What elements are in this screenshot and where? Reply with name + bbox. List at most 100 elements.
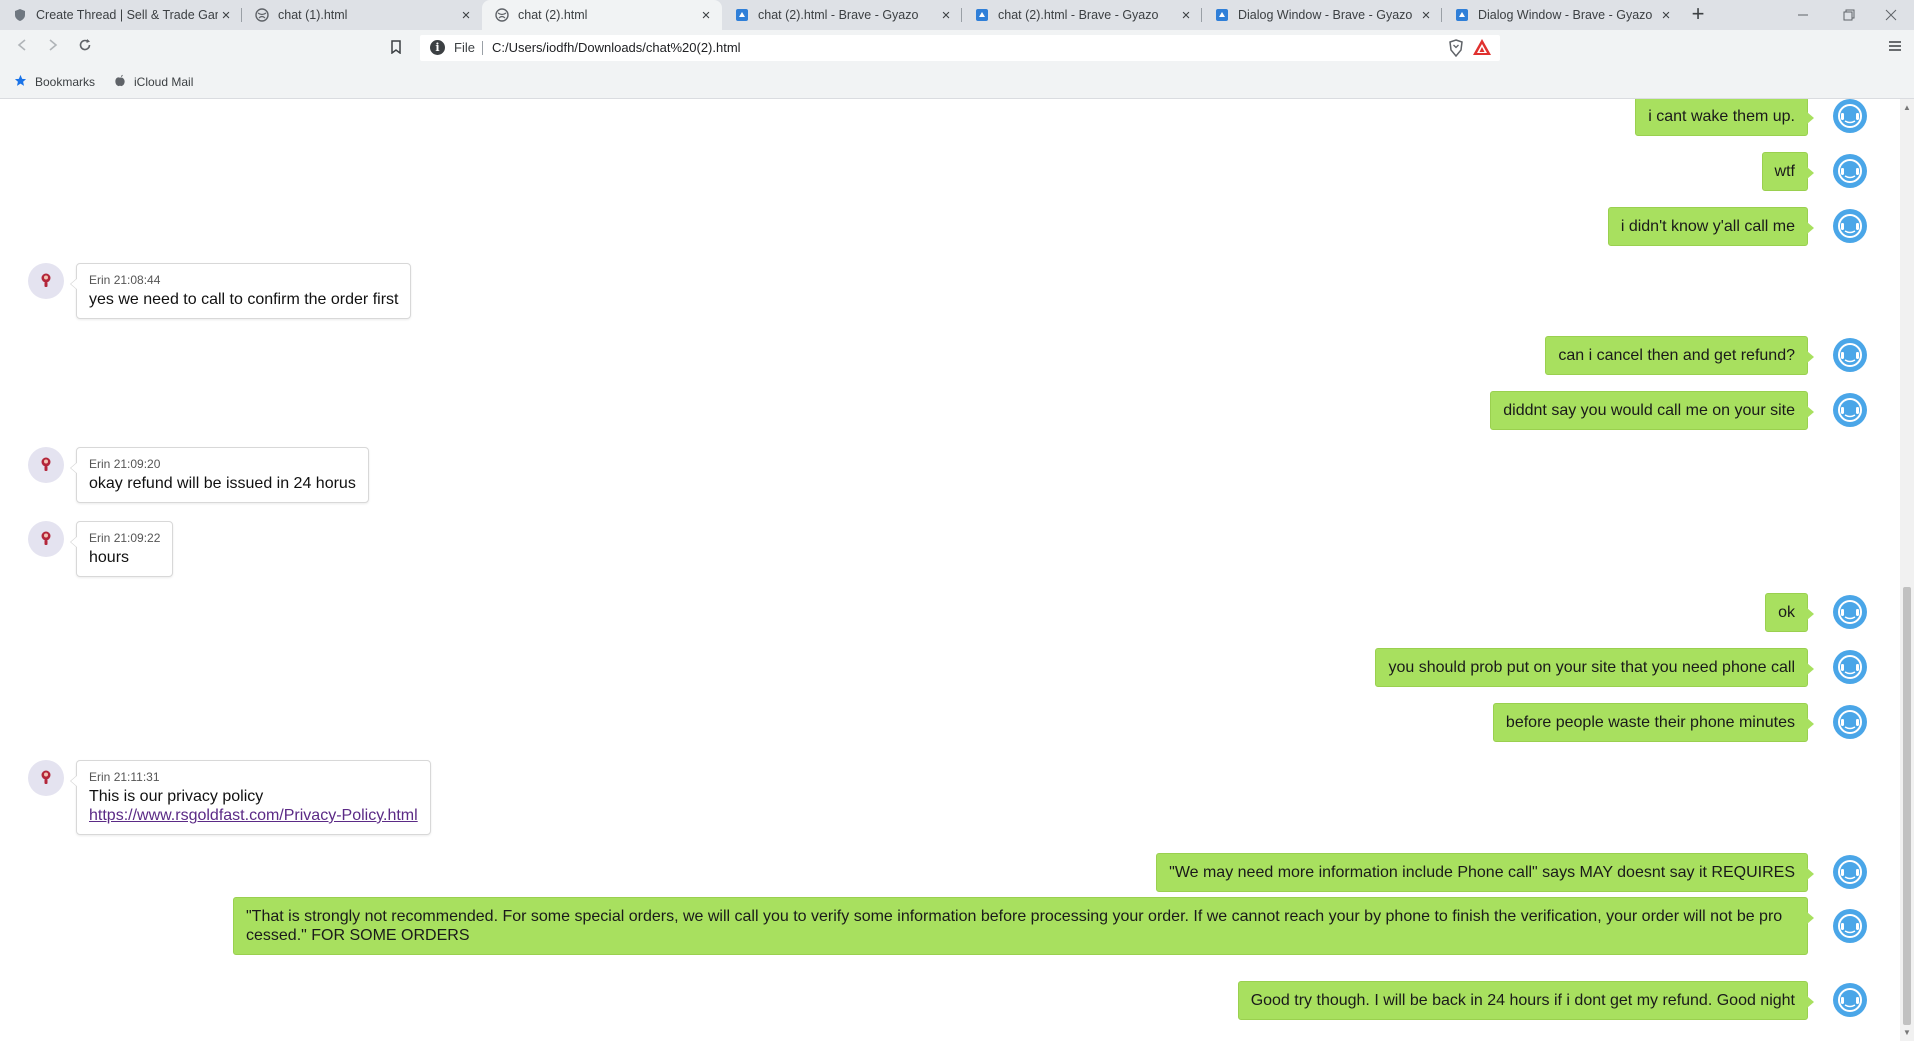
brave-shields-icon[interactable] xyxy=(1448,39,1464,62)
message-bubble: can i cancel then and get refund? xyxy=(1545,335,1814,375)
tab-title: chat (2).html xyxy=(518,8,588,22)
outgoing-message: before people waste their phone minutes xyxy=(1492,702,1815,742)
gyazo-icon xyxy=(974,7,990,23)
close-tab-icon[interactable]: × xyxy=(218,7,234,24)
chat-transcript: i cant wake them up. wtf i didn't know y… xyxy=(0,99,1900,1041)
minimize-button[interactable] xyxy=(1780,0,1826,30)
close-tab-icon[interactable]: × xyxy=(1178,7,1194,24)
customer-avatar-icon xyxy=(1833,595,1867,629)
message-bubble: Erin 21:11:31 This is our privacy policy… xyxy=(70,760,431,835)
outgoing-message: diddnt say you would call me on your sit… xyxy=(1490,390,1814,430)
menu-icon[interactable] xyxy=(1888,39,1902,58)
customer-avatar-icon xyxy=(1833,650,1867,684)
bookmark-label: Bookmarks xyxy=(35,75,96,89)
scroll-up-icon[interactable]: ▲ xyxy=(1903,103,1911,112)
globe-icon xyxy=(254,7,270,23)
avatar xyxy=(28,263,64,299)
tab-create-thread[interactable]: Create Thread | Sell & Trade Game × xyxy=(0,0,242,30)
message-text: This is our privacy policy xyxy=(89,788,264,805)
close-tab-icon[interactable]: × xyxy=(1658,7,1674,24)
star-icon xyxy=(14,74,27,90)
sender-name: Erin xyxy=(89,273,111,287)
tab-strip: Create Thread | Sell & Trade Game × chat… xyxy=(0,0,1914,30)
message-bubble: Erin 21:08:44 yes we need to call to con… xyxy=(69,263,412,319)
message-meta: Erin 21:09:22 xyxy=(89,531,160,546)
avatar xyxy=(28,447,64,483)
close-tab-icon[interactable]: × xyxy=(458,7,474,24)
privacy-policy-link[interactable]: https://www.rsgoldfast.com/Privacy-Polic… xyxy=(89,807,418,824)
bookmark-icloud-mail[interactable]: iCloud Mail xyxy=(114,74,193,90)
address-scheme: File xyxy=(454,40,475,55)
message-bubble: Erin 21:09:22 hours xyxy=(69,521,174,577)
sender-name: Erin xyxy=(89,770,111,784)
message-time: 21:09:22 xyxy=(113,531,161,545)
bookmark-bookmarks[interactable]: Bookmarks xyxy=(14,74,95,90)
forward-arrow-icon xyxy=(49,39,58,51)
scroll-down-icon[interactable]: ▼ xyxy=(1903,1028,1911,1037)
tab-gyazo-3[interactable]: Dialog Window - Brave - Gyazo × xyxy=(1202,0,1442,30)
customer-avatar-icon xyxy=(1833,338,1867,372)
outgoing-message: "That is strongly not recommended. For s… xyxy=(233,897,1814,955)
tab-gyazo-1[interactable]: chat (2).html - Brave - Gyazo × xyxy=(722,0,962,30)
message-text: hours xyxy=(89,549,130,566)
address-url[interactable]: C:/Users/iodfh/Downloads/chat%20(2).html xyxy=(492,40,741,55)
message-bubble: Good try though. I will be back in 24 ho… xyxy=(1237,980,1815,1020)
message-text: okay refund will be issued in 24 horus xyxy=(89,475,356,492)
customer-avatar-icon xyxy=(1833,909,1867,943)
outgoing-message: can i cancel then and get refund? xyxy=(1545,335,1814,375)
customer-avatar-icon xyxy=(1833,705,1867,739)
back-button[interactable] xyxy=(10,36,34,60)
apple-icon xyxy=(114,74,126,90)
customer-avatar-icon xyxy=(1833,393,1867,427)
address-bar[interactable]: i File C:/Users/iodfh/Downloads/chat%20(… xyxy=(420,35,1500,61)
sender-name: Erin xyxy=(89,457,111,471)
outgoing-message: you should prob put on your site that yo… xyxy=(1375,647,1814,687)
gyazo-icon xyxy=(734,7,750,23)
message-bubble: i cant wake them up. xyxy=(1635,99,1814,136)
tab-gyazo-2[interactable]: chat (2).html - Brave - Gyazo × xyxy=(962,0,1202,30)
avatar xyxy=(28,521,64,557)
customer-avatar-icon xyxy=(1833,855,1867,889)
brave-rewards-icon[interactable] xyxy=(1472,38,1492,61)
reload-button[interactable] xyxy=(73,36,97,60)
customer-avatar-icon xyxy=(1833,209,1867,243)
close-tab-icon[interactable]: × xyxy=(938,7,954,24)
message-bubble: before people waste their phone minutes xyxy=(1492,702,1815,742)
reload-icon xyxy=(79,39,91,51)
message-meta: Erin 21:09:20 xyxy=(89,457,356,472)
bookmark-label: iCloud Mail xyxy=(134,75,194,89)
tab-gyazo-4[interactable]: Dialog Window - Brave - Gyazo × xyxy=(1442,0,1682,30)
tab-title: Dialog Window - Brave - Gyazo xyxy=(1478,8,1653,22)
outgoing-message: ok xyxy=(1765,592,1814,632)
close-window-button[interactable] xyxy=(1868,0,1914,30)
restore-button[interactable] xyxy=(1826,0,1872,30)
page-scrollbar[interactable]: ▲ ▼ xyxy=(1900,99,1914,1041)
close-tab-icon[interactable]: × xyxy=(698,7,714,24)
message-meta: Erin 21:08:44 xyxy=(89,273,398,288)
scrollbar-thumb[interactable] xyxy=(1903,587,1911,1025)
outgoing-message: Good try though. I will be back in 24 ho… xyxy=(1237,980,1815,1020)
tab-title: chat (1).html xyxy=(278,8,348,22)
tab-title: Dialog Window - Brave - Gyazo xyxy=(1238,8,1413,22)
new-tab-button[interactable]: + xyxy=(1686,3,1710,27)
close-tab-icon[interactable]: × xyxy=(1418,7,1434,24)
message-bubble: Erin 21:09:20 okay refund will be issued… xyxy=(70,447,369,503)
back-arrow-icon xyxy=(17,39,26,51)
site-info-icon[interactable]: i xyxy=(430,40,445,55)
sender-name: Erin xyxy=(89,531,111,545)
tab-chat-2-active[interactable]: chat (2).html × xyxy=(482,0,722,30)
message-text: yes we need to call to confirm the order… xyxy=(89,291,399,308)
outgoing-message: "We may need more information include Ph… xyxy=(1156,852,1814,892)
message-bubble: you should prob put on your site that yo… xyxy=(1375,647,1814,687)
bookmark-page-icon[interactable] xyxy=(390,40,402,59)
outgoing-message: i cant wake them up. xyxy=(1635,99,1814,136)
message-meta: Erin 21:11:31 xyxy=(89,770,418,785)
customer-avatar-icon xyxy=(1833,154,1867,188)
message-bubble: i didn't know y'all call me xyxy=(1607,206,1815,246)
message-bubble: "We may need more information include Ph… xyxy=(1156,852,1814,892)
outgoing-message: i didn't know y'all call me xyxy=(1607,206,1815,246)
tab-chat-1[interactable]: chat (1).html × xyxy=(242,0,482,30)
message-time: 21:08:44 xyxy=(113,273,161,287)
forward-button[interactable] xyxy=(41,36,65,60)
message-time: 21:09:20 xyxy=(113,457,161,471)
